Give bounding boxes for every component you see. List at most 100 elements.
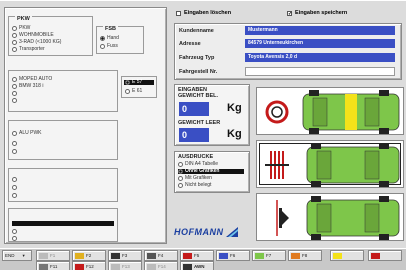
radio-icon [12,236,17,241]
radio-wohnmobile[interactable]: WOHNMOBILE [12,33,54,38]
radio-icon [100,44,105,49]
fahrzeug-typ-field[interactable]: Toyota Avensis 2,0 d [245,53,395,62]
radio-empty[interactable] [12,91,19,96]
kundenname-field[interactable]: Mustermann [245,26,395,35]
car-diagram-axle[interactable] [256,140,404,188]
fahrzeug-typ-label: Fahrzeug Typ [179,55,215,61]
radio-icon [12,98,17,103]
radio-icon [178,183,183,188]
list-four [8,168,118,202]
radio-icon [12,91,17,96]
car-diagram-wheel[interactable] [256,87,404,135]
f8-button[interactable]: F8 [288,250,322,261]
warning-icon [75,252,84,259]
radio-empty[interactable] [12,185,19,190]
radio-icon [12,77,17,82]
radio-icon [12,177,17,182]
f5-button[interactable]: F5 [180,250,214,261]
car-top-view-icon [265,90,400,134]
car-icon [183,263,192,270]
f14-button[interactable]: F14 [144,261,178,270]
awn-button[interactable]: AWN [180,261,214,270]
radio-ohne-grafiken[interactable]: Ohne Grafiken [178,169,244,174]
radio-icon [125,89,130,94]
f4-button[interactable]: F4 [144,250,178,261]
radio-icon [12,229,17,234]
radio-icon [125,80,130,85]
adresse-field[interactable]: 84579 Unterneukirchen [245,39,395,48]
radio-icon [12,33,17,38]
car-diagram-camber[interactable] [256,193,404,241]
radio-icon [12,131,17,136]
radio-empty[interactable] [12,149,19,154]
f13-button[interactable]: F13 [108,261,142,270]
radio-3rad[interactable]: 3-RAD (<1000 KG) [12,40,61,45]
adresse-label: Adresse [179,41,201,47]
axle-icon [111,252,120,259]
f3-button[interactable]: F3 [108,250,142,261]
radio-empty[interactable] [12,229,19,234]
measure-icon [147,252,156,259]
radio-fuss[interactable]: Fuss [100,44,118,49]
car-icon [255,252,264,259]
radio-empty[interactable] [12,141,19,146]
radio-icon [12,185,17,190]
radio-e61[interactable]: E 61 [125,89,142,94]
radio-icon [178,169,183,174]
model-list: MOPED AUTO BMW 318 i [8,70,118,112]
print-icon [39,252,48,259]
save-inputs-checkbox[interactable]: ✓ Eingaben speichern [287,10,347,16]
f2-button[interactable]: F2 [72,250,106,261]
ausdrucke-panel: AUSDRUCKE DIN A4 Tabelle Ohne Grafiken M… [174,151,250,193]
f11-button[interactable]: F11 [36,261,70,270]
list-three: ALU PWK [8,120,118,160]
radio-transporter[interactable]: Transporter [12,47,45,52]
delete-inputs-checkbox[interactable]: Eingaben löschen [176,10,231,16]
info-button[interactable] [330,250,364,261]
car-camber-view-icon [276,196,400,240]
gewicht-bel-input[interactable]: 0 [179,102,209,116]
gewicht-leer-input[interactable]: 0 [179,128,209,142]
radio-moped-auto[interactable]: MOPED AUTO [12,77,52,82]
radio-nicht-belegt[interactable]: Nicht belegt [178,183,211,188]
radio-mit-grafiken[interactable]: Mit Grafiken [178,176,212,181]
disabled-icon [111,263,120,270]
radio-icon [12,47,17,52]
radio-empty[interactable] [12,193,19,198]
save-icon [219,252,228,259]
selected-frame [259,143,401,185]
radio-alu-pwk[interactable]: ALU PWK [12,131,42,136]
ausdrucke-title: AUSDRUCKE [178,154,214,160]
main-window: PKW PKW WOHNMOBILE 3-RAD (<1000 KG) Tran… [0,0,406,270]
checkbox-icon [176,10,181,16]
radio-e57[interactable]: E 57 [124,80,154,85]
radio-icon [178,162,183,167]
radio-icon [100,36,105,41]
f6-button[interactable]: F6 [216,250,250,261]
radio-icon [12,141,17,146]
exit-button[interactable] [368,250,402,261]
end-button[interactable]: END ▾ [2,250,32,261]
radio-pkw[interactable]: PKW [12,26,30,31]
radio-hand[interactable]: Hand [100,36,119,41]
radio-empty[interactable] [12,177,19,182]
gewicht-leer-unit: Kg [227,128,242,140]
function-key-toolbar: END ▾ F1 F2 F3 F4 F5 F6 F7 F8 F11 F12 F13… [0,248,406,270]
disabled-icon [147,263,156,270]
f7-button[interactable]: F7 [252,250,286,261]
customer-form: Kundenname Mustermann Adresse 84579 Unte… [174,23,402,80]
radio-empty[interactable] [12,236,19,241]
fahrgestell-field[interactable] [245,67,395,76]
gewicht-leer-label: GEWICHT LEER [178,120,221,126]
f12-button[interactable]: F12 [72,261,106,270]
radio-icon [12,26,17,31]
radio-empty[interactable] [12,98,19,103]
fahrgestell-label: Fahrgestell Nr. [179,69,218,75]
selected-row-bar[interactable] [12,221,114,226]
f1-button[interactable]: F1 [36,250,70,261]
search-icon [39,263,48,270]
radio-icon [12,40,17,45]
radio-din-a4[interactable]: DIN A4 Tabelle [178,162,218,167]
radio-bmw[interactable]: BMW 318 i [12,84,43,89]
radio-icon [12,149,17,154]
